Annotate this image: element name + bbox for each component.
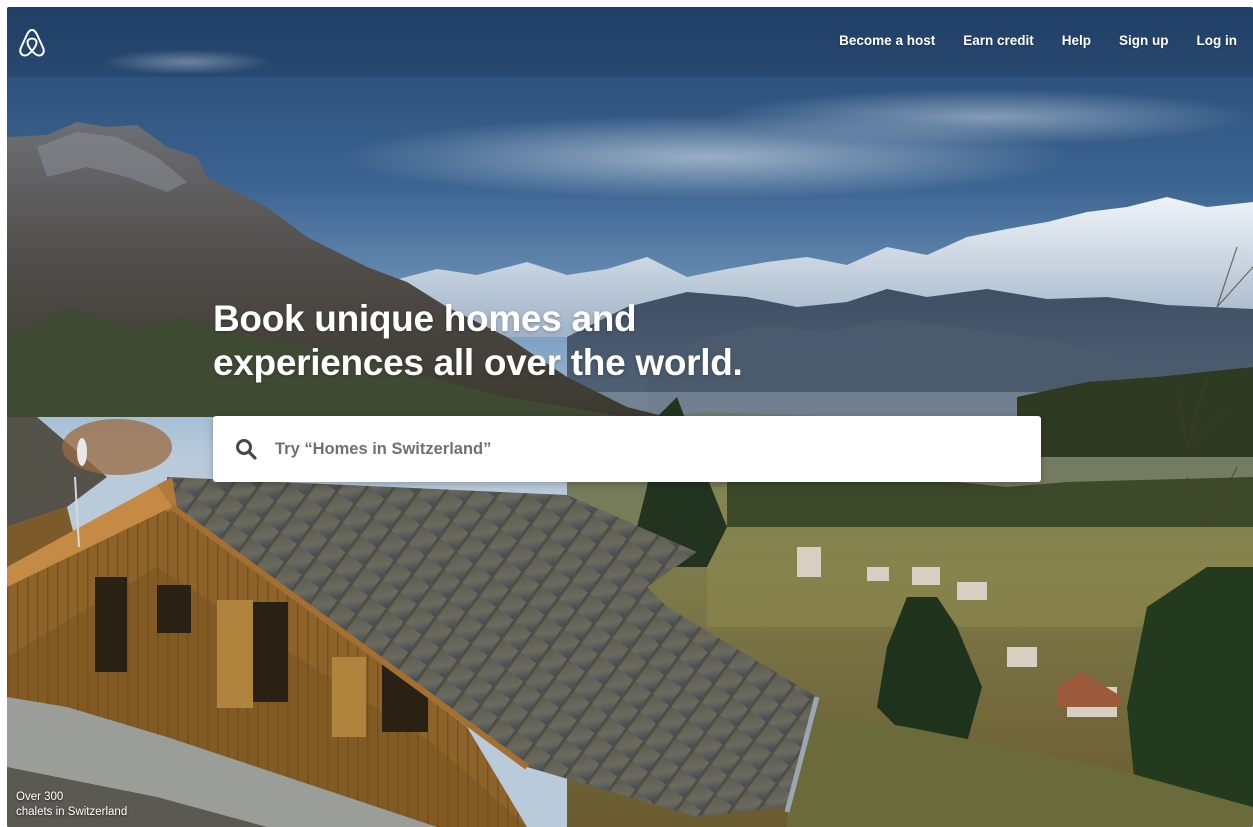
search-bar[interactable] bbox=[213, 416, 1041, 482]
nav-log-in[interactable]: Log in bbox=[1183, 32, 1238, 50]
search-icon bbox=[236, 439, 257, 460]
top-navigation: Become a host Earn credit Help Sign up L… bbox=[825, 32, 1237, 50]
hero-headline: Book unique homes and experiences all ov… bbox=[213, 297, 913, 385]
caption-line-1: Over 300 bbox=[16, 791, 64, 803]
nav-earn-credit[interactable]: Earn credit bbox=[949, 32, 1048, 50]
nav-help[interactable]: Help bbox=[1048, 32, 1105, 50]
headline-line-2: experiences all over the world. bbox=[213, 342, 743, 383]
headline-line-1: Book unique homes and bbox=[213, 298, 637, 339]
nav-sign-up[interactable]: Sign up bbox=[1105, 32, 1183, 50]
hero-section: Become a host Earn credit Help Sign up L… bbox=[7, 7, 1253, 827]
airbnb-logo-icon[interactable] bbox=[17, 27, 47, 59]
nav-become-a-host[interactable]: Become a host bbox=[825, 32, 949, 50]
photo-caption: Over 300 chalets in Switzerland bbox=[16, 790, 127, 820]
caption-line-2: chalets in Switzerland bbox=[16, 806, 128, 818]
search-input[interactable] bbox=[275, 429, 1015, 469]
